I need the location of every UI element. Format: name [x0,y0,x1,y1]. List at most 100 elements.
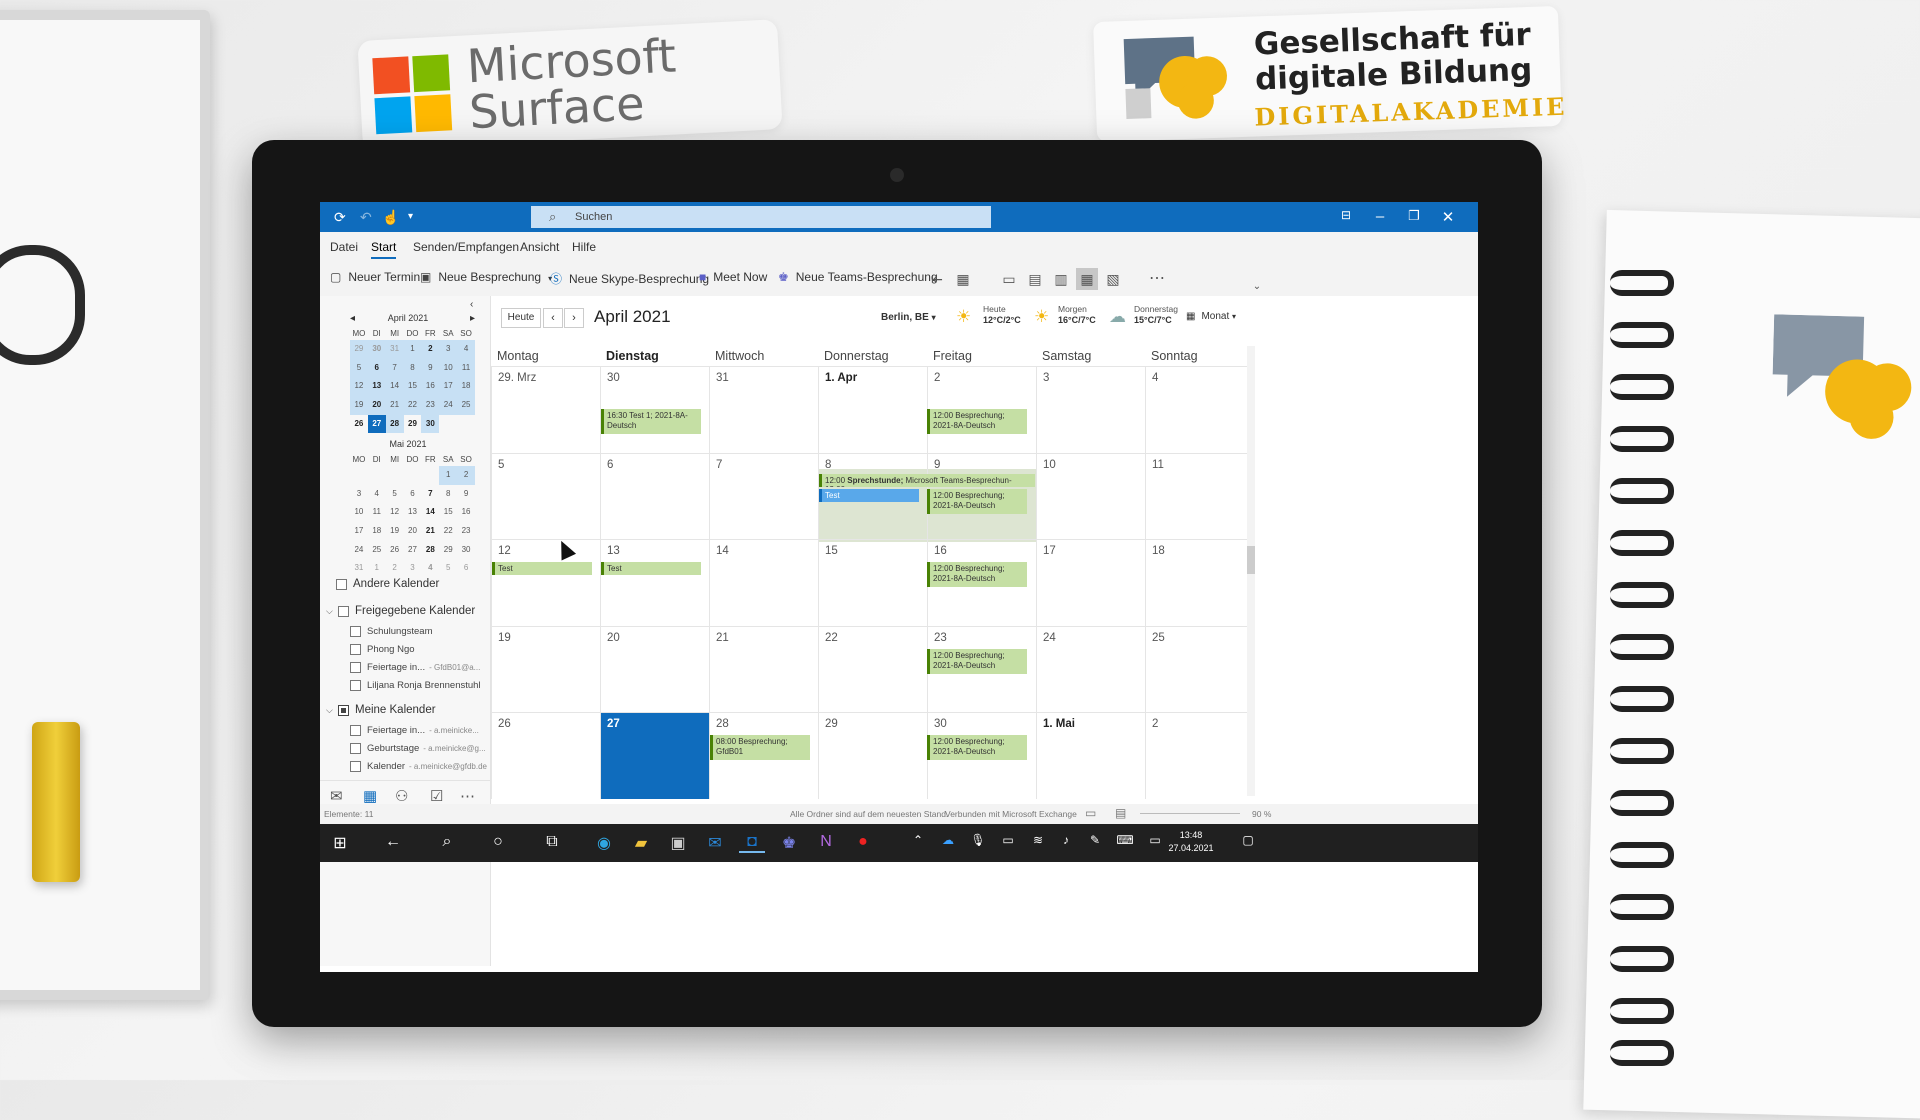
cortana-icon[interactable]: ○ [485,833,511,851]
onenote-icon[interactable]: N [813,833,839,851]
mini-cal-day[interactable]: 25 [368,541,386,560]
mini-cal-day[interactable]: 12 [350,377,368,397]
calendar-icon[interactable]: ▦ [363,787,377,805]
mini-cal-day[interactable]: 1 [403,340,422,359]
microphone-icon[interactable]: 🎙 [965,833,991,847]
folder-freigegebene-kalender[interactable]: ⌵ Freigegebene Kalender [326,605,475,617]
mail-app-icon[interactable]: ✉ [702,833,728,853]
mini-cal-day[interactable]: 3 [404,559,422,578]
mini-cal-day[interactable]: 26 [350,415,368,434]
checkbox-icon[interactable] [350,662,361,673]
display-icon[interactable]: ▭ [1142,833,1168,847]
mini-cal-day[interactable]: 3 [350,485,368,504]
view-selector[interactable]: ▦ Monat ▾ [1186,311,1236,322]
day-cell[interactable]: 2 [1145,712,1254,799]
folder-item[interactable]: Feiertage in... - a.meinicke... [350,725,479,736]
mini-cal-day[interactable]: 27 [367,414,386,434]
day-cell[interactable]: 22 [818,625,927,713]
day-cell[interactable]: 21 [709,625,818,713]
checkbox-icon[interactable] [350,644,361,655]
schedule-view-icon[interactable]: ▧ [1102,268,1124,290]
day-cell[interactable]: 1. Apr [818,366,927,453]
mini-cal-day[interactable]: 5 [386,485,404,504]
new-meeting-button[interactable]: ▣ Neue Besprechung ▾ [420,270,552,284]
day-cell[interactable]: 6 [600,452,709,540]
prev-month-button[interactable]: ‹ [543,308,563,328]
mini-cal-day[interactable]: 25 [457,396,475,415]
mini-cal-day[interactable]: 4 [457,340,475,359]
mail-icon[interactable]: ✉ [330,787,343,805]
ribbon-display-icon[interactable]: ⊟ [1332,208,1360,222]
battery-icon[interactable]: ▭ [995,833,1021,847]
touch-mode-icon[interactable]: ☝ [382,209,399,226]
folder-meine-kalender[interactable]: ⌵ Meine Kalender [326,704,436,716]
location-selector[interactable]: Berlin, BE ▾ [881,312,936,323]
close-button[interactable]: ✕ [1434,208,1462,226]
mini-cal-day[interactable]: 2 [386,559,404,578]
mini-cal-day[interactable]: 20 [404,522,422,541]
next-month-button[interactable]: › [564,308,584,328]
mini-cal-day[interactable]: 16 [457,503,475,522]
calendar-event[interactable]: 12:00 Besprechung; 2021-8A-Deutsch [927,489,1027,514]
day-cell[interactable]: 4 [1145,366,1254,453]
more-apps-icon[interactable]: ⋯ [460,787,475,805]
mini-cal-day[interactable]: 24 [350,541,368,560]
next-7-days-icon[interactable]: ▦ [952,268,974,290]
mini-cal-day[interactable]: 20 [367,396,386,415]
mini-cal-day[interactable]: 30 [367,340,386,359]
mini-cal-day[interactable]: 14 [421,503,439,522]
calendar-event[interactable]: Test [601,562,701,575]
day-cell[interactable]: 29. Mrz [491,366,600,453]
menu-senden-empfangen[interactable]: Senden/Empfangen [413,240,519,254]
mini-cal-day[interactable]: 4 [421,559,439,578]
day-cell[interactable]: 15 [818,539,927,626]
today-button[interactable]: Heute [501,308,541,328]
day-cell[interactable]: 19 [491,625,600,713]
normal-view-icon[interactable]: ▭ [1085,806,1096,820]
keyboard-icon[interactable]: ⌨ [1112,833,1138,847]
new-appointment-button[interactable]: ▢ Neuer Termin [330,270,420,284]
checkbox-icon[interactable] [350,761,361,772]
meet-now-button[interactable]: ■ Meet Now [699,270,767,284]
calendar-event[interactable]: Test [819,489,919,502]
day-cell[interactable]: 5 [491,452,600,540]
volume-icon[interactable]: ♪ [1053,833,1079,847]
mini-cal-day[interactable]: 2 [421,340,440,359]
day-cell[interactable]: 26 [491,712,600,799]
mini-cal-day[interactable]: 29 [404,415,422,434]
mini-cal-day[interactable]: 15 [439,503,457,522]
recorder-icon[interactable]: ● [850,833,876,851]
checkbox-icon[interactable] [350,626,361,637]
checkbox-icon[interactable] [350,743,361,754]
mini-cal-day[interactable]: 26 [386,541,404,560]
edge-icon[interactable]: ◉ [591,833,617,853]
mini-cal-day[interactable]: 3 [439,340,458,359]
mini-cal-day[interactable]: 28 [385,414,404,434]
next-month-icon[interactable]: ▸ [470,313,475,324]
calendar-event[interactable]: 08:00 Besprechung; GfdB01 [710,735,810,760]
today-cell[interactable]: 27 [600,712,709,799]
mini-cal-day[interactable]: 23 [421,396,440,415]
mini-cal-day[interactable]: 31 [350,559,368,578]
customize-toolbar-icon[interactable]: ▾ [408,211,413,222]
mini-cal-day[interactable]: 30 [421,414,440,434]
calendar-event[interactable]: 12:00 Besprechung; 2021-8A-Deutsch [927,649,1027,674]
week-view-icon[interactable]: ▥ [1050,268,1072,290]
day-cell[interactable]: 7 [709,452,818,540]
work-week-view-icon[interactable]: ▤ [1024,268,1046,290]
mini-cal-day[interactable]: 9 [457,485,475,504]
chevron-down-icon[interactable]: ⌵ [326,705,338,716]
undo-icon[interactable]: ↶ [360,209,372,226]
checkbox-icon[interactable] [350,680,361,691]
outlook-icon[interactable]: ◘ [739,833,765,853]
mini-cal-day[interactable]: 24 [439,396,458,415]
show-hidden-icons[interactable]: ⌃ [905,833,931,847]
mini-cal-day[interactable]: 27 [404,541,422,560]
zoom-slider[interactable] [1140,813,1240,814]
folder-andere-kalender[interactable]: Andere Kalender [336,578,439,590]
scrollbar-thumb[interactable] [1247,546,1255,574]
collapse-ribbon-icon[interactable]: ⌄ [1246,276,1268,298]
sync-icon[interactable]: ⟳ [334,209,346,226]
folder-item[interactable]: Geburtstage - a.meinicke@g... [350,743,486,754]
mini-cal-day[interactable]: 6 [457,559,475,578]
